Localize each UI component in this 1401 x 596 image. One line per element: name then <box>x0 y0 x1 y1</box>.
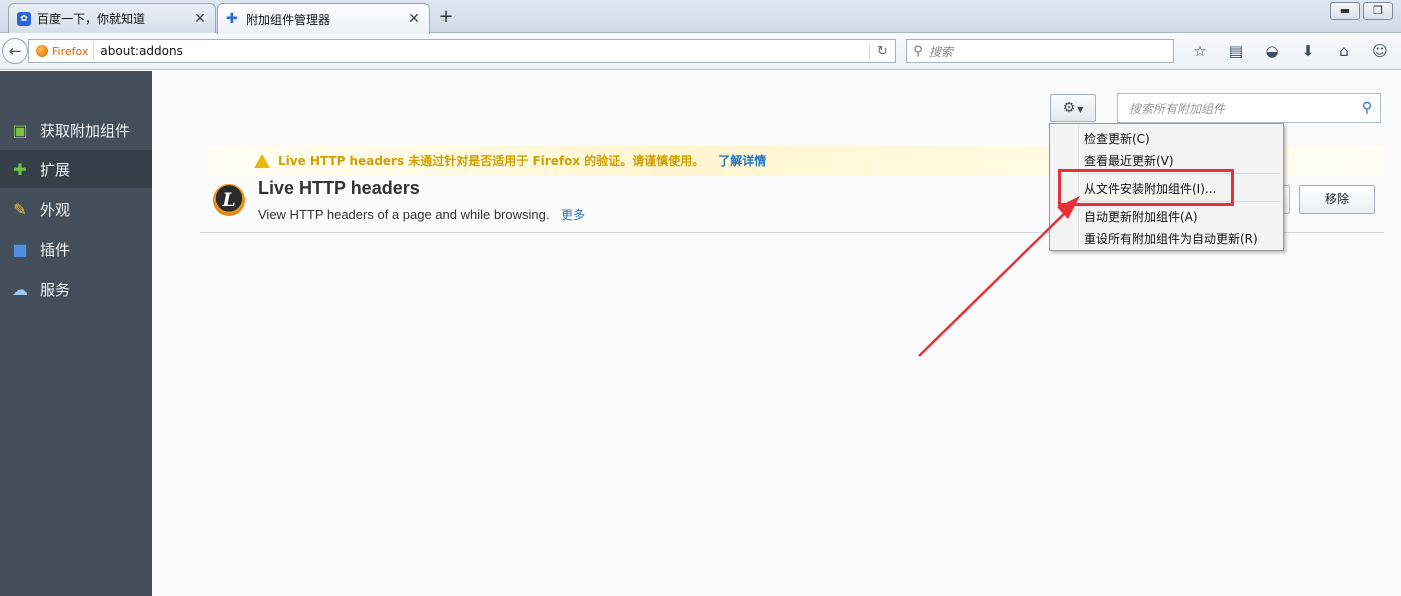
home-icon[interactable]: ⌂ <box>1326 41 1362 61</box>
sidebar-item-appearance[interactable]: ✎ 外观 <box>0 190 152 228</box>
window-controls: ▬ ❐ <box>1330 2 1393 20</box>
bookmark-star-icon[interactable]: ☆ <box>1182 41 1218 61</box>
restore-button[interactable]: ❐ <box>1363 2 1393 20</box>
sidebar-item-label: 扩展 <box>40 160 71 179</box>
plugin-block-icon: ■ <box>12 239 28 259</box>
addon-logo-icon: L <box>213 184 245 216</box>
tools-menu-button[interactable]: ⚙ ▼ <box>1050 94 1096 122</box>
back-button[interactable]: ← <box>2 38 28 64</box>
downloads-icon[interactable]: ⬇ <box>1290 41 1326 61</box>
annotation-highlight-box <box>1058 169 1234 206</box>
puzzle-icon: ✚ <box>13 159 27 179</box>
pocket-icon[interactable]: ◒ <box>1254 41 1290 61</box>
tab-label: 百度一下，你就知道 <box>37 12 146 26</box>
gear-icon: ⚙ <box>1062 100 1076 116</box>
speech-bubble-icon: ☁ <box>12 279 28 299</box>
search-icon: ⚲ <box>913 43 923 59</box>
search-icon[interactable]: ⚲ <box>1354 100 1380 116</box>
warning-message: Live HTTP headers 未通过针对是否适用于 Firefox 的验证… <box>254 152 766 169</box>
sidebar-item-services[interactable]: ☁ 服务 <box>0 270 152 308</box>
tab-addons-manager[interactable]: ✚ 附加组件管理器 ✕ <box>217 3 430 34</box>
identity-label: Firefox <box>52 44 89 58</box>
remove-button[interactable]: 移除 <box>1299 185 1375 214</box>
back-arrow-icon: ← <box>8 42 22 60</box>
addon-description: View HTTP headers of a page and while br… <box>258 207 550 222</box>
reload-icon[interactable]: ↻ <box>869 43 895 59</box>
hello-smiley-icon[interactable]: ☺ <box>1362 41 1398 61</box>
firefox-logo-icon <box>36 45 48 57</box>
addons-categories-sidebar: ▣ 获取附加组件 ✚ 扩展 ✎ 外观 ■ 插件 ☁ 服务 <box>0 71 152 596</box>
sidebar-item-get-addons[interactable]: ▣ 获取附加组件 <box>0 111 152 149</box>
sidebar-item-label: 获取附加组件 <box>40 121 131 140</box>
toolbar-icons: ☆ ▤ ◒ ⬇ ⌂ ☺ <box>1182 41 1398 61</box>
sidebar-item-extensions[interactable]: ✚ 扩展 <box>0 150 152 188</box>
tab-baidu[interactable]: ✿ 百度一下，你就知道 ✕ <box>8 3 216 33</box>
dropdown-caret-icon: ▼ <box>1077 105 1084 114</box>
url-text[interactable]: about:addons <box>100 44 869 58</box>
warning-text: Live HTTP headers 未通过针对是否适用于 Firefox 的验证… <box>278 154 705 168</box>
navigation-toolbar: ← Firefox about:addons ↻ ⚲ 搜索 ☆ ▤ ◒ ⬇ ⌂ … <box>0 33 1401 70</box>
warning-triangle-icon <box>254 153 270 168</box>
tab-bar: ✿ 百度一下，你就知道 ✕ ✚ 附加组件管理器 ✕ + ▬ ❐ <box>0 0 1401 34</box>
addon-name: Live HTTP headers <box>258 178 420 198</box>
menu-item-check-updates[interactable]: 检查更新(C) <box>1084 130 1150 147</box>
close-tab-icon[interactable]: ✕ <box>193 11 207 27</box>
addon-more-link[interactable]: 更多 <box>561 206 585 223</box>
menu-item-reset-auto-update[interactable]: 重设所有附加组件为自动更新(R) <box>1084 230 1258 247</box>
close-tab-icon[interactable]: ✕ <box>407 11 421 27</box>
web-search-input[interactable]: ⚲ 搜索 <box>906 39 1174 63</box>
menu-item-view-recent-updates[interactable]: 查看最近更新(V) <box>1084 152 1174 169</box>
addon-search-input[interactable]: 搜索所有附加组件 ⚲ <box>1117 93 1381 123</box>
sidebar-item-label: 外观 <box>40 200 71 219</box>
get-addons-icon: ▣ <box>12 120 28 140</box>
search-placeholder: 搜索 <box>929 44 954 59</box>
menu-item-auto-update[interactable]: 自动更新附加组件(A) <box>1084 208 1198 225</box>
minimize-button[interactable]: ▬ <box>1330 2 1360 20</box>
reading-list-icon[interactable]: ▤ <box>1218 41 1254 61</box>
puzzle-icon: ✚ <box>226 11 238 27</box>
learn-more-link[interactable]: 了解详情 <box>718 152 766 169</box>
baidu-paw-icon: ✿ <box>17 11 31 26</box>
sidebar-item-label: 插件 <box>40 240 71 259</box>
addon-search-placeholder: 搜索所有附加组件 <box>1129 101 1226 116</box>
identity-box[interactable]: Firefox <box>29 42 95 60</box>
sidebar-item-label: 服务 <box>40 280 71 299</box>
new-tab-button[interactable]: + <box>436 6 456 27</box>
tab-label: 附加组件管理器 <box>246 12 331 27</box>
palette-icon: ✎ <box>13 199 27 219</box>
sidebar-item-plugins[interactable]: ■ 插件 <box>0 230 152 268</box>
url-bar[interactable]: Firefox about:addons ↻ <box>28 39 896 63</box>
